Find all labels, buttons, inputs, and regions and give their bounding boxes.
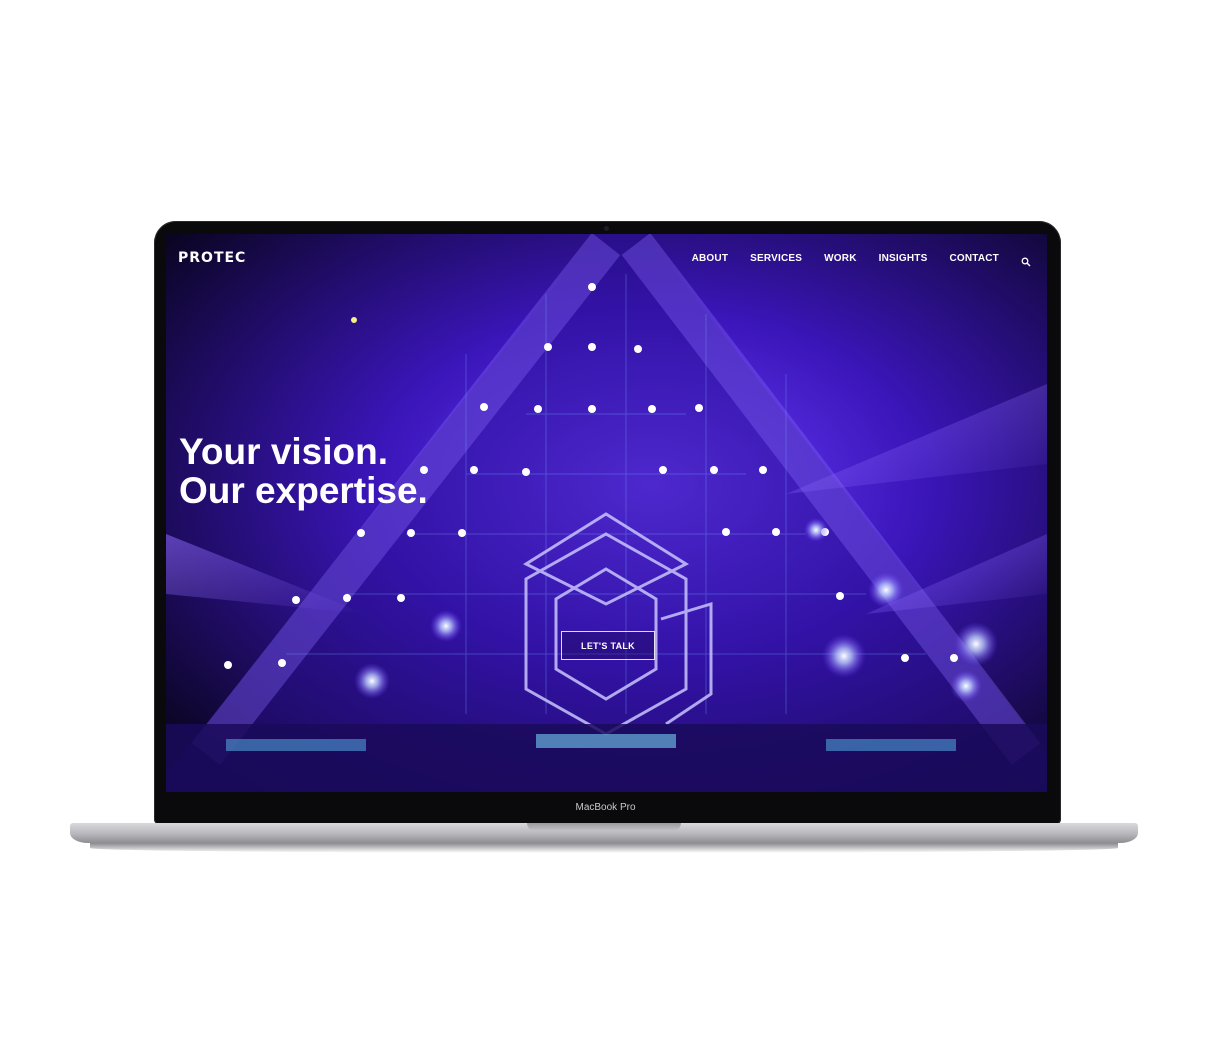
site-logo[interactable]: PROTEC [178, 250, 246, 266]
lets-talk-button[interactable]: LET'S TALK [561, 631, 655, 660]
device-model-label: MacBook Pro [575, 802, 636, 813]
website-screen: PROTEC ABOUT SERVICES WORK INSIGHTS CONT… [166, 234, 1047, 792]
nav-item-insights[interactable]: INSIGHTS [879, 253, 928, 264]
headline-line-1: Your vision. [179, 431, 389, 472]
nav-item-work[interactable]: WORK [824, 253, 856, 264]
main-nav: ABOUT SERVICES WORK INSIGHTS CONTACT [692, 253, 1031, 266]
macbook-mockup: PROTEC ABOUT SERVICES WORK INSIGHTS CONT… [0, 0, 1211, 1038]
camera-dot [604, 226, 609, 231]
hero-headline: Your vision. Our expertise. [179, 432, 428, 510]
search-icon[interactable] [1021, 254, 1031, 266]
headline-line-2: Our expertise. [179, 470, 428, 511]
laptop-opening-notch [527, 823, 681, 831]
nav-item-contact[interactable]: CONTACT [949, 253, 999, 264]
laptop-base-shadow [90, 843, 1118, 853]
nav-item-services[interactable]: SERVICES [750, 253, 802, 264]
nav-item-about[interactable]: ABOUT [692, 253, 729, 264]
hero-stage-background [166, 234, 1047, 792]
